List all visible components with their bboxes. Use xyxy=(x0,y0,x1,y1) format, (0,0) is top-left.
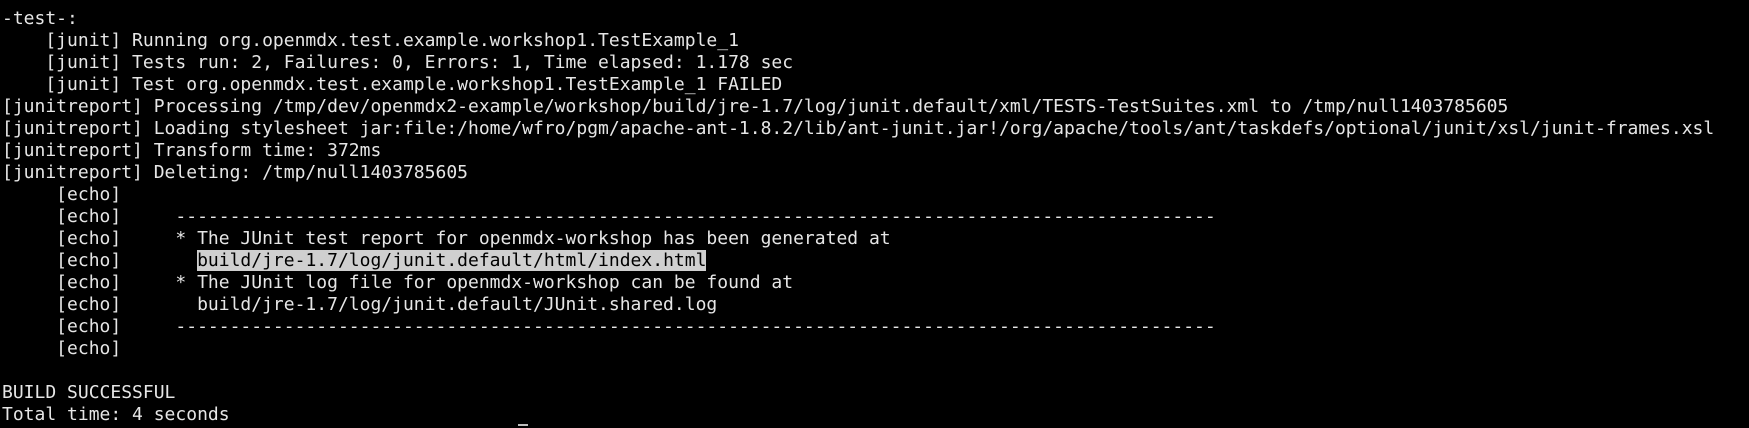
terminal-line-junitreport-processing: [junitreport] Processing /tmp/dev/openmd… xyxy=(2,96,1509,117)
terminal-line-junitreport-transform: [junitreport] Transform time: 372ms xyxy=(2,140,382,161)
terminal-line-junitreport-deleting: [junitreport] Deleting: /tmp/null1403785… xyxy=(2,162,468,183)
terminal-line-build-successful: BUILD SUCCESSFUL xyxy=(2,382,176,403)
terminal-line-total-time: Total time: 4 seconds xyxy=(2,404,230,425)
terminal-line-echo-empty-end: [echo] xyxy=(2,338,122,359)
terminal-line-junitreport-stylesheet: [junitreport] Loading stylesheet jar:fil… xyxy=(2,118,1715,139)
terminal-line-junit-failed: [junit] Test org.openmdx.test.example.wo… xyxy=(2,74,783,95)
selected-report-path[interactable]: build/jre-1.7/log/junit.default/html/ind… xyxy=(197,250,707,271)
echo-prefix: [echo] xyxy=(2,250,198,271)
terminal-line-echo-empty: [echo] xyxy=(2,184,122,205)
text-cursor xyxy=(518,424,528,426)
terminal-line-echo-report-generated: [echo] * The JUnit test report for openm… xyxy=(2,228,891,249)
terminal-line-test-target: -test-: xyxy=(2,8,78,29)
terminal-line-echo-log-path: [echo] build/jre-1.7/log/junit.default/J… xyxy=(2,294,718,315)
terminal-line-echo-separator: [echo] ---------------------------------… xyxy=(2,206,1216,227)
terminal-line-junit-results: [junit] Tests run: 2, Failures: 0, Error… xyxy=(2,52,794,73)
terminal-line-junit-running: [junit] Running org.openmdx.test.example… xyxy=(2,30,739,51)
terminal-line-echo-report-path: [echo] build/jre-1.7/log/junit.default/h… xyxy=(2,250,1749,272)
terminal-window[interactable]: -test-: [junit] Running org.openmdx.test… xyxy=(0,0,1749,428)
terminal-line-echo-separator-end: [echo] ---------------------------------… xyxy=(2,316,1216,337)
terminal-line-echo-log-found: [echo] * The JUnit log file for openmdx-… xyxy=(2,272,794,293)
